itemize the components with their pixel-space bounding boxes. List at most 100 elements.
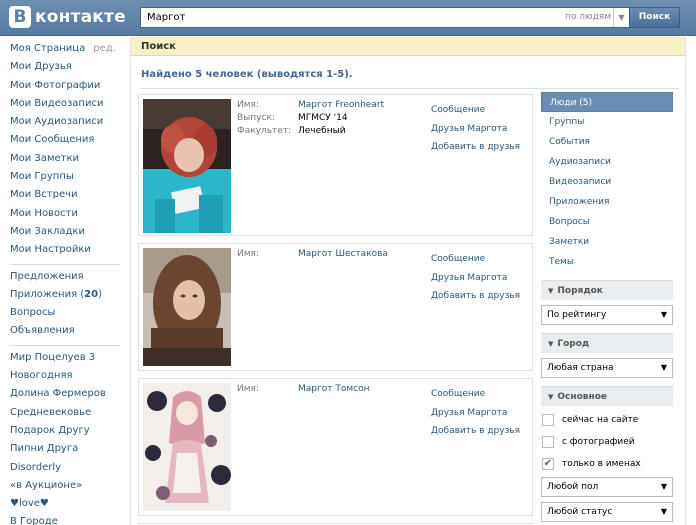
chevron-down-icon: ▼ [660,310,667,319]
profile-photo[interactable] [143,99,231,233]
search-box: по людям ▼ [140,7,630,28]
field-label: Имя: [237,384,259,394]
checkbox-label[interactable]: сейчас на сайте [562,415,638,425]
nav-my-bookmarks[interactable]: Мои Закладки [10,223,120,241]
triangle-down-icon: ▼ [548,340,554,348]
nav-my-settings[interactable]: Мои Настройки [10,241,120,259]
online-checkbox[interactable] [542,413,554,426]
filter-tab-apps[interactable]: Приложения [541,192,673,212]
profile-photo[interactable] [143,383,231,511]
filter-tab-events[interactable]: События [541,132,673,152]
nav-my-photos[interactable]: Мои Фотографии [10,77,120,95]
friends-link[interactable]: Друзья Маргота [431,404,531,423]
nav-my-groups[interactable]: Мои Группы [10,168,120,186]
add-friend-link[interactable]: Добавить в друзья [431,422,531,441]
order-select[interactable]: По рейтингу ▼ [541,305,673,325]
chevron-down-icon[interactable]: ▼ [613,8,629,27]
top-header: В контакте по людям ▼ Поиск [0,0,696,36]
send-message-link[interactable]: Сообщение [431,385,531,404]
result-actions: Сообщение Друзья Маргота Добавить в друз… [431,385,531,441]
nav-app-item[interactable]: В Городе [10,513,120,525]
nav-ads[interactable]: Объявления [10,322,120,340]
filter-tab-notes[interactable]: Заметки [541,232,673,252]
nav-app-item[interactable]: Пипни Друга [10,440,120,458]
friends-link[interactable]: Друзья Маргота [431,269,531,288]
person-name-link[interactable]: Маргот Freonheart [298,99,384,112]
nav-app-item[interactable]: «в Аукционе» [10,477,120,495]
nav-app-item[interactable]: Средневековье [10,404,120,422]
search-input[interactable] [147,10,447,25]
nav-applications[interactable]: Приложения (20) [10,286,120,304]
result-card: Имя: Маргот Freonheart Выпуск: МГМСУ '14 Ф… [138,94,533,236]
info-row: Имя: Маргот Freonheart [237,99,427,112]
nav-divider [10,263,120,265]
nav-my-events[interactable]: Мои Встречи [10,186,120,204]
nav-suggestions[interactable]: Предложения [10,268,120,286]
gender-select[interactable]: Любой пол ▼ [541,477,673,497]
result-actions: Сообщение Друзья Маргота Добавить в друз… [431,250,531,306]
nav-my-page[interactable]: Моя Страница ред. [10,40,120,58]
nav-app-item[interactable]: Подарок Другу [10,422,120,440]
result-card: Имя: Маргот Шестакова Сообщение Друзья Ма… [138,243,533,371]
field-label: Имя: [237,249,259,259]
friends-link[interactable]: Друзья Маргота [431,120,531,139]
checkbox-label[interactable]: только в именах [562,459,641,469]
add-friend-link[interactable]: Добавить в друзья [431,287,531,306]
nav-my-news[interactable]: Мои Новости [10,205,120,223]
result-info: Имя: Маргот Томсон [237,383,427,396]
info-row: Выпуск: МГМСУ '14 [237,112,427,125]
nav-label[interactable]: Приложения ( [10,289,84,300]
nav-my-messages[interactable]: Мои Сообщения [10,131,120,149]
search-button[interactable]: Поиск [629,7,680,28]
vk-logo[interactable]: В контакте [9,6,126,28]
chevron-down-icon: ▼ [660,507,667,516]
search-scope[interactable]: по людям [565,12,611,22]
city-section-header[interactable]: ▼ Город [541,333,673,353]
filter-tab-topics[interactable]: Темы [541,252,673,272]
nav-app-item[interactable]: Новогодняя [10,367,120,385]
section-title: Порядок [557,286,603,296]
nav-app-item[interactable]: Мир Поцелуев 3 [10,349,120,367]
send-message-link[interactable]: Сообщение [431,250,531,269]
results-list: Имя: Маргот Freonheart Выпуск: МГМСУ '14 Ф… [138,94,533,525]
online-checkbox-row[interactable]: сейчас на сайте [541,411,673,428]
filter-tab-people[interactable]: Люди (5) [541,92,673,112]
profile-photo[interactable] [143,248,231,366]
nav-label-close: ) [98,288,102,300]
checkbox-label[interactable]: с фотографией [562,437,635,447]
nav-my-notes[interactable]: Мои Заметки [10,150,120,168]
photo-checkbox-row[interactable]: с фотографией [541,433,673,450]
country-select[interactable]: Любая страна ▼ [541,358,673,378]
filter-tab-groups[interactable]: Группы [541,112,673,132]
has-photo-checkbox[interactable] [542,435,554,448]
add-friend-link[interactable]: Добавить в друзья [431,138,531,157]
nav-questions[interactable]: Вопросы [10,304,120,322]
edit-link[interactable]: ред. [93,43,116,54]
filter-tab-video[interactable]: Видеозаписи [541,172,673,192]
nav-my-audio[interactable]: Мои Аудиозаписи [10,113,120,131]
order-section-header[interactable]: ▼ Порядок [541,280,673,300]
status-select[interactable]: Любой статус ▼ [541,502,673,522]
photo-brown-hair [143,248,231,366]
person-name-link[interactable]: Маргот Шестакова [298,248,388,261]
names-checkbox-row[interactable]: ✔ только в именах [541,455,673,472]
filter-tab-questions[interactable]: Вопросы [541,212,673,232]
nav-app-item[interactable]: Disorderly [10,459,120,477]
basic-section-header[interactable]: ▼ Основное [541,386,673,406]
logo-text: контакте [35,7,126,27]
nav-my-videos[interactable]: Мои Видеозаписи [10,95,120,113]
person-name-link[interactable]: Маргот Томсон [298,383,369,396]
divider [139,88,679,89]
triangle-down-icon: ▼ [548,287,554,295]
nav-app-item[interactable]: ♥love♥ [10,495,120,513]
nav-app-item[interactable]: Долина Фермеров [10,385,120,403]
filter-tab-audio[interactable]: Аудиозаписи [541,152,673,172]
field-value: Лечебный [298,126,346,136]
info-row: Факультет: Лечебный [237,125,427,138]
left-navigation: Моя Страница ред. Мои Друзья Мои Фотограф… [10,40,120,525]
nav-label[interactable]: Моя Страница [10,43,85,54]
send-message-link[interactable]: Сообщение [431,101,531,120]
result-actions: Сообщение Друзья Маргота Добавить в друз… [431,101,531,157]
nav-my-friends[interactable]: Мои Друзья [10,58,120,76]
names-only-checkbox[interactable]: ✔ [542,457,554,470]
